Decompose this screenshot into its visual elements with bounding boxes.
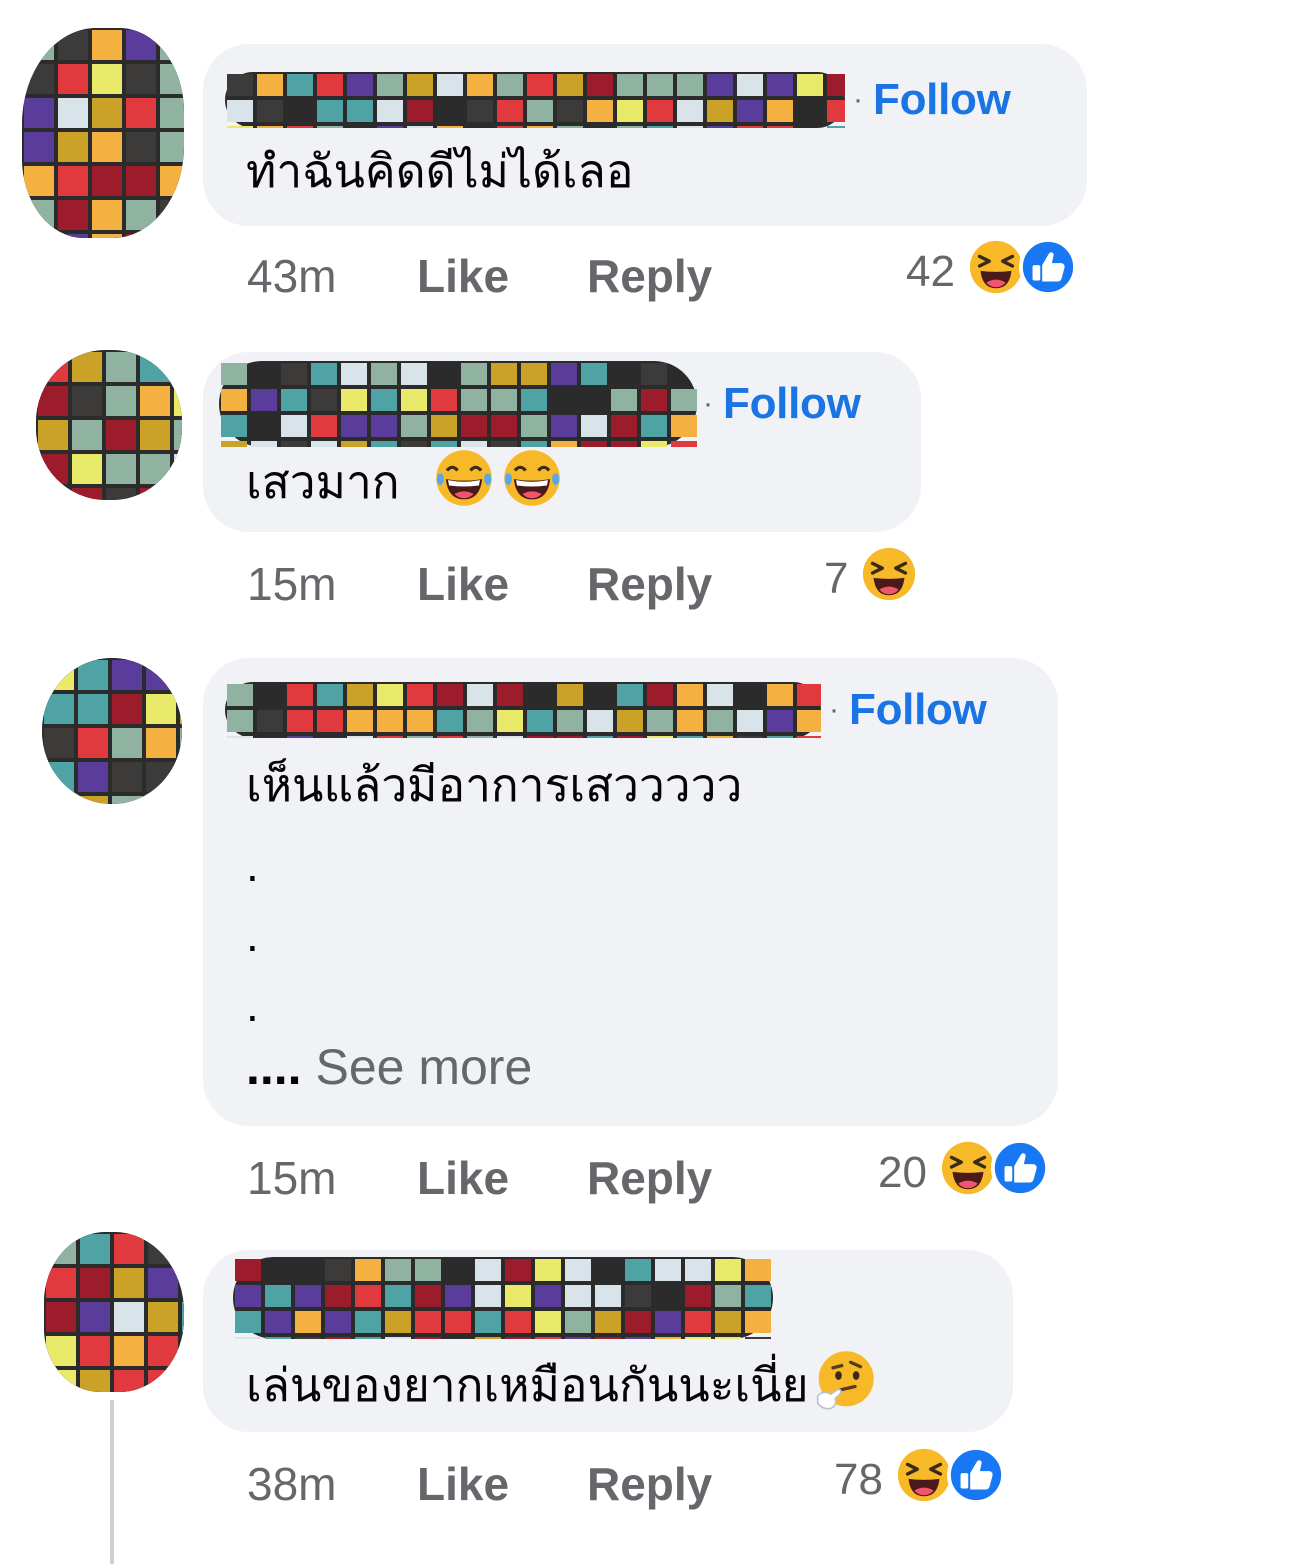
reaction-summary[interactable]: 42 [906,237,1077,302]
follow-button[interactable]: Follow [873,75,1011,125]
redacted-author-name [225,682,821,738]
comment-text-body: เสวมาก [246,455,400,509]
reply-button[interactable]: Reply [587,249,712,303]
comment-text: เล่นของยากเหมือนกันนะเนี่ย [246,1348,877,1429]
comment-actions: 15m Like Reply [247,1148,712,1208]
redacted-author-name [219,361,697,447]
like-icon [946,1445,1005,1515]
reaction-summary[interactable]: 20 [878,1138,1049,1203]
avatar[interactable] [36,350,182,500]
comment-actions: 15m Like Reply [247,554,712,614]
reaction-icons [938,1138,1049,1208]
redacted-author-name [225,72,845,128]
like-button[interactable]: Like [417,1151,587,1205]
avatar[interactable] [22,28,184,238]
reaction-summary[interactable]: 7 [824,544,919,609]
text-dot: . [246,909,259,961]
reaction-count: 7 [824,554,849,603]
avatar[interactable] [42,658,182,804]
comment-actions: 43m Like Reply [247,246,712,306]
comment-bubble: เล่นของยากเหมือนกันนะเนี่ย [203,1250,1013,1432]
comment-actions: 38m Like Reply [247,1454,712,1514]
like-icon [990,1138,1049,1208]
timestamp[interactable]: 43m [247,249,417,303]
reaction-icons [860,544,919,614]
follow-button[interactable]: Follow [723,379,861,429]
comment-text: เห็นแล้วมีอาการเสววววว [246,758,743,812]
text-dot: . [246,839,259,891]
see-more-ellipsis: .... [246,1039,302,1095]
reaction-summary[interactable]: 78 [834,1445,1005,1510]
like-button[interactable]: Like [417,1457,587,1511]
follow-button[interactable]: Follow [849,685,987,735]
haha-icon [938,1138,997,1208]
comment-bubble: · Follow เสวมาก [203,352,921,532]
comment-bubble: · Follow ทำฉันคิดดีไม่ได้เลอ [203,44,1087,226]
like-button[interactable]: Like [417,249,587,303]
comment-bubble: · Follow เห็นแล้วมีอาการเสววววว . . . ..… [203,658,1058,1126]
see-more-link[interactable]: .... See more [246,1038,532,1096]
like-icon [1018,237,1077,307]
name-row: · Follow [225,72,1011,128]
text-dot: . [246,979,259,1031]
redacted-avatar-mosaic [42,658,182,804]
reaction-count: 78 [834,1455,883,1504]
reply-button[interactable]: Reply [587,1151,712,1205]
like-button[interactable]: Like [417,557,587,611]
name-row: · Follow [225,682,987,738]
redacted-avatar-mosaic [44,1232,184,1392]
avatar[interactable] [44,1232,184,1392]
thinking-face-emoji [811,1348,877,1429]
redacted-avatar-mosaic [22,28,184,238]
name-row [233,1257,773,1339]
separator-dot: · [829,693,839,726]
timestamp[interactable]: 15m [247,1151,417,1205]
reply-button[interactable]: Reply [587,557,712,611]
reaction-icons [966,237,1077,307]
comment-text: ทำฉันคิดดีไม่ได้เลอ [246,144,634,198]
haha-icon [966,237,1025,307]
reply-button[interactable]: Reply [587,1457,712,1511]
timestamp[interactable]: 38m [247,1457,417,1511]
tears-of-joy-emoji [500,446,564,525]
redacted-author-name [233,1257,773,1339]
reaction-count: 20 [878,1148,927,1197]
name-row: · Follow [219,361,861,447]
comment-text: เสวมาก [246,446,564,525]
haha-icon [860,544,919,614]
separator-dot: · [853,83,863,116]
comment-text-body: เล่นของยากเหมือนกันนะเนี่ย [246,1358,809,1412]
timestamp[interactable]: 15m [247,557,417,611]
reaction-icons [894,1445,1005,1515]
redacted-avatar-mosaic [36,350,182,500]
tears-of-joy-emoji [432,446,496,525]
reaction-count: 42 [906,247,955,296]
separator-dot: · [703,387,713,420]
reply-thread-line [110,1400,114,1564]
haha-icon [894,1445,953,1515]
see-more-label: See more [315,1039,533,1095]
